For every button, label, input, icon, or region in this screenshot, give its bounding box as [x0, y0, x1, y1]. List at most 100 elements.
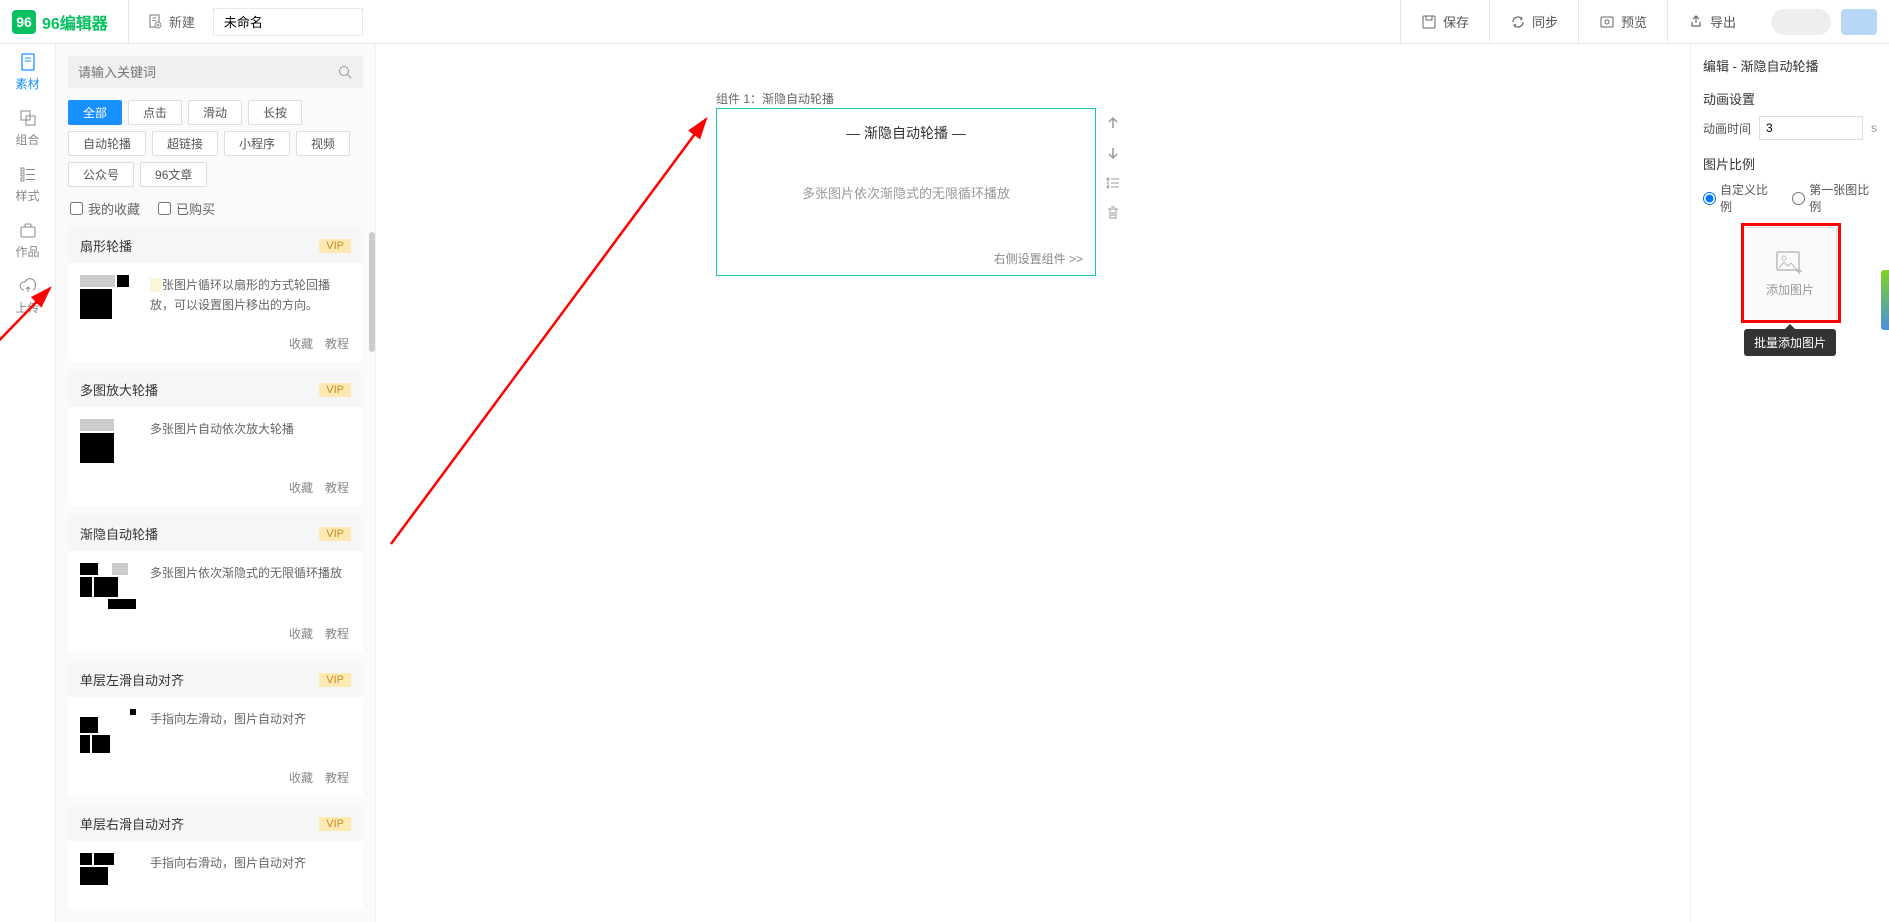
animation-time-label: 动画时间	[1703, 120, 1751, 137]
asset-title: 多图放大轮播	[80, 380, 158, 399]
filter-tag-click[interactable]: 点击	[128, 100, 182, 125]
move-down-icon[interactable]	[1104, 144, 1122, 162]
vip-chip: VIP	[319, 527, 351, 541]
add-image-label: 添加图片	[1766, 281, 1814, 298]
asset-card-fan-carousel[interactable]: 扇形轮播 VIP 张图片循环以扇形的方式轮回播放，可以设置图片移出的方向。 收藏…	[68, 228, 363, 362]
vip-chip: VIP	[319, 673, 351, 687]
checkbox-favorites[interactable]: 我的收藏	[70, 199, 140, 218]
favorite-button[interactable]: 收藏	[289, 335, 313, 352]
asset-title: 单层左滑自动对齐	[80, 670, 184, 689]
tutorial-button[interactable]: 教程	[325, 335, 349, 352]
tutorial-button[interactable]: 教程	[325, 625, 349, 642]
export-icon	[1688, 14, 1704, 30]
new-button[interactable]: 新建	[128, 0, 213, 44]
component-desc: 多张图片依次渐隐式的无限循环播放	[717, 153, 1095, 242]
new-file-icon	[147, 14, 163, 30]
asset-thumbnail	[80, 419, 136, 463]
asset-card-zoom-carousel[interactable]: 多图放大轮播 VIP 多张图片自动依次放大轮播 收藏 教程	[68, 372, 363, 506]
component-title: — 渐隐自动轮播 —	[717, 109, 1095, 153]
animation-time-input[interactable]	[1759, 116, 1863, 140]
asset-card-left-swipe[interactable]: 单层左滑自动对齐 VIP 手指向左滑动，图片自动对齐 收藏 教程	[68, 662, 363, 796]
preview-button[interactable]: 预览	[1578, 0, 1667, 44]
filter-tag-longpress[interactable]: 长按	[248, 100, 302, 125]
search-input[interactable]	[78, 65, 337, 80]
component-preview[interactable]: — 渐隐自动轮播 — 多张图片依次渐隐式的无限循环播放 右侧设置组件 >>	[716, 108, 1096, 276]
sync-button[interactable]: 同步	[1489, 0, 1578, 44]
filter-tag-link[interactable]: 超链接	[152, 131, 218, 156]
canvas[interactable]: 组件 1：渐隐自动轮播 — 渐隐自动轮播 — 多张图片依次渐隐式的无限循环播放 …	[376, 44, 1691, 922]
asset-card-right-swipe[interactable]: 单层右滑自动对齐 VIP 手指向右滑动，图片自动对齐	[68, 806, 363, 909]
radio-custom-ratio[interactable]: 自定义比例	[1703, 181, 1776, 215]
move-up-icon[interactable]	[1104, 114, 1122, 132]
filter-tags: 全部 点击 滑动 长按 自动轮播 超链接 小程序 视频 公众号 96文章	[56, 100, 375, 193]
favorite-button[interactable]: 收藏	[289, 479, 313, 496]
asset-thumbnail	[80, 709, 136, 753]
animation-time-unit: s	[1871, 121, 1877, 135]
line-height-icon[interactable]	[1104, 174, 1122, 192]
tutorial-button[interactable]: 教程	[325, 769, 349, 786]
scrollbar[interactable]	[369, 232, 375, 352]
search-bar	[68, 56, 363, 88]
asset-desc: 多张图片自动依次放大轮播	[150, 419, 351, 463]
filter-checkboxes: 我的收藏 已购买	[56, 193, 375, 228]
filter-tag-mp[interactable]: 公众号	[68, 162, 134, 187]
checkbox-purchased[interactable]: 已购买	[158, 199, 215, 218]
annotation-arrow-left	[386, 104, 726, 554]
asset-title: 单层右滑自动对齐	[80, 814, 184, 833]
vip-chip: VIP	[319, 817, 351, 831]
component-index-label: 组件 1：渐隐自动轮播	[716, 90, 834, 107]
preview-icon	[1599, 14, 1615, 30]
component-toolbar	[1104, 114, 1122, 222]
vip-chip: VIP	[319, 239, 351, 253]
filter-tag-article[interactable]: 96文章	[140, 162, 207, 187]
image-placeholder-icon	[1776, 251, 1804, 275]
nav-item-upload[interactable]: 上传	[0, 268, 56, 324]
nav-item-assets[interactable]: 素材	[0, 44, 56, 100]
export-button[interactable]: 导出	[1667, 0, 1756, 44]
settings-panel: 编辑 - 渐隐自动轮播 动画设置 动画时间 s 图片比例 自定义比例 第一张图比…	[1691, 44, 1889, 922]
component-settings-link[interactable]: 右侧设置组件 >>	[717, 242, 1095, 275]
animation-section-title: 动画设置	[1703, 89, 1877, 108]
image-ratio-section-title: 图片比例	[1703, 154, 1877, 173]
asset-thumbnail	[80, 853, 136, 897]
filter-tag-miniprogram[interactable]: 小程序	[224, 131, 290, 156]
doc-name-input[interactable]	[213, 8, 363, 36]
settings-title: 编辑 - 渐隐自动轮播	[1703, 56, 1877, 75]
filter-tag-video[interactable]: 视频	[296, 131, 350, 156]
asset-desc: 张图片循环以扇形的方式轮回播放，可以设置图片移出的方向。	[150, 275, 351, 319]
header: 96 96编辑器 新建 保存 同步 预览 导出	[0, 0, 1889, 44]
asset-title: 扇形轮播	[80, 236, 132, 255]
list-icon	[18, 164, 38, 184]
cloud-upload-icon	[18, 276, 38, 296]
radio-first-image-ratio[interactable]: 第一张图比例	[1792, 181, 1877, 215]
logo: 96 96编辑器	[12, 10, 108, 34]
asset-list[interactable]: 扇形轮播 VIP 张图片循环以扇形的方式轮回播放，可以设置图片移出的方向。 收藏…	[56, 228, 375, 922]
add-image-button[interactable]: 添加图片	[1743, 227, 1837, 321]
tutorial-button[interactable]: 教程	[325, 479, 349, 496]
logo-text: 96编辑器	[42, 10, 108, 34]
delete-icon[interactable]	[1104, 204, 1122, 222]
vip-chip: VIP	[319, 383, 351, 397]
asset-thumbnail	[80, 275, 136, 319]
nav-item-combo[interactable]: 组合	[0, 100, 56, 156]
search-icon[interactable]	[337, 64, 353, 80]
asset-card-fade-carousel[interactable]: 渐隐自动轮播 VIP 多张图片依次渐隐式的无限循环播放 收藏 教程	[68, 516, 363, 652]
nav-item-styles[interactable]: 样式	[0, 156, 56, 212]
favorite-button[interactable]: 收藏	[289, 625, 313, 642]
briefcase-icon	[18, 220, 38, 240]
nav-item-works[interactable]: 作品	[0, 212, 56, 268]
filter-tag-all[interactable]: 全部	[68, 100, 122, 125]
user-avatar[interactable]	[1841, 9, 1877, 35]
filter-tag-carousel[interactable]: 自动轮播	[68, 131, 146, 156]
save-button[interactable]: 保存	[1400, 0, 1489, 44]
asset-panel: 全部 点击 滑动 长按 自动轮播 超链接 小程序 视频 公众号 96文章 我的收…	[56, 44, 376, 922]
asset-desc: 手指向左滑动，图片自动对齐	[150, 709, 351, 753]
save-icon	[1421, 14, 1437, 30]
favorite-button[interactable]: 收藏	[289, 769, 313, 786]
new-button-label: 新建	[169, 12, 195, 31]
asset-title: 渐隐自动轮播	[80, 524, 158, 543]
side-tab[interactable]	[1881, 270, 1889, 330]
asset-desc: 手指向右滑动，图片自动对齐	[150, 853, 351, 897]
vip-indicator[interactable]	[1771, 9, 1831, 35]
filter-tag-slide[interactable]: 滑动	[188, 100, 242, 125]
